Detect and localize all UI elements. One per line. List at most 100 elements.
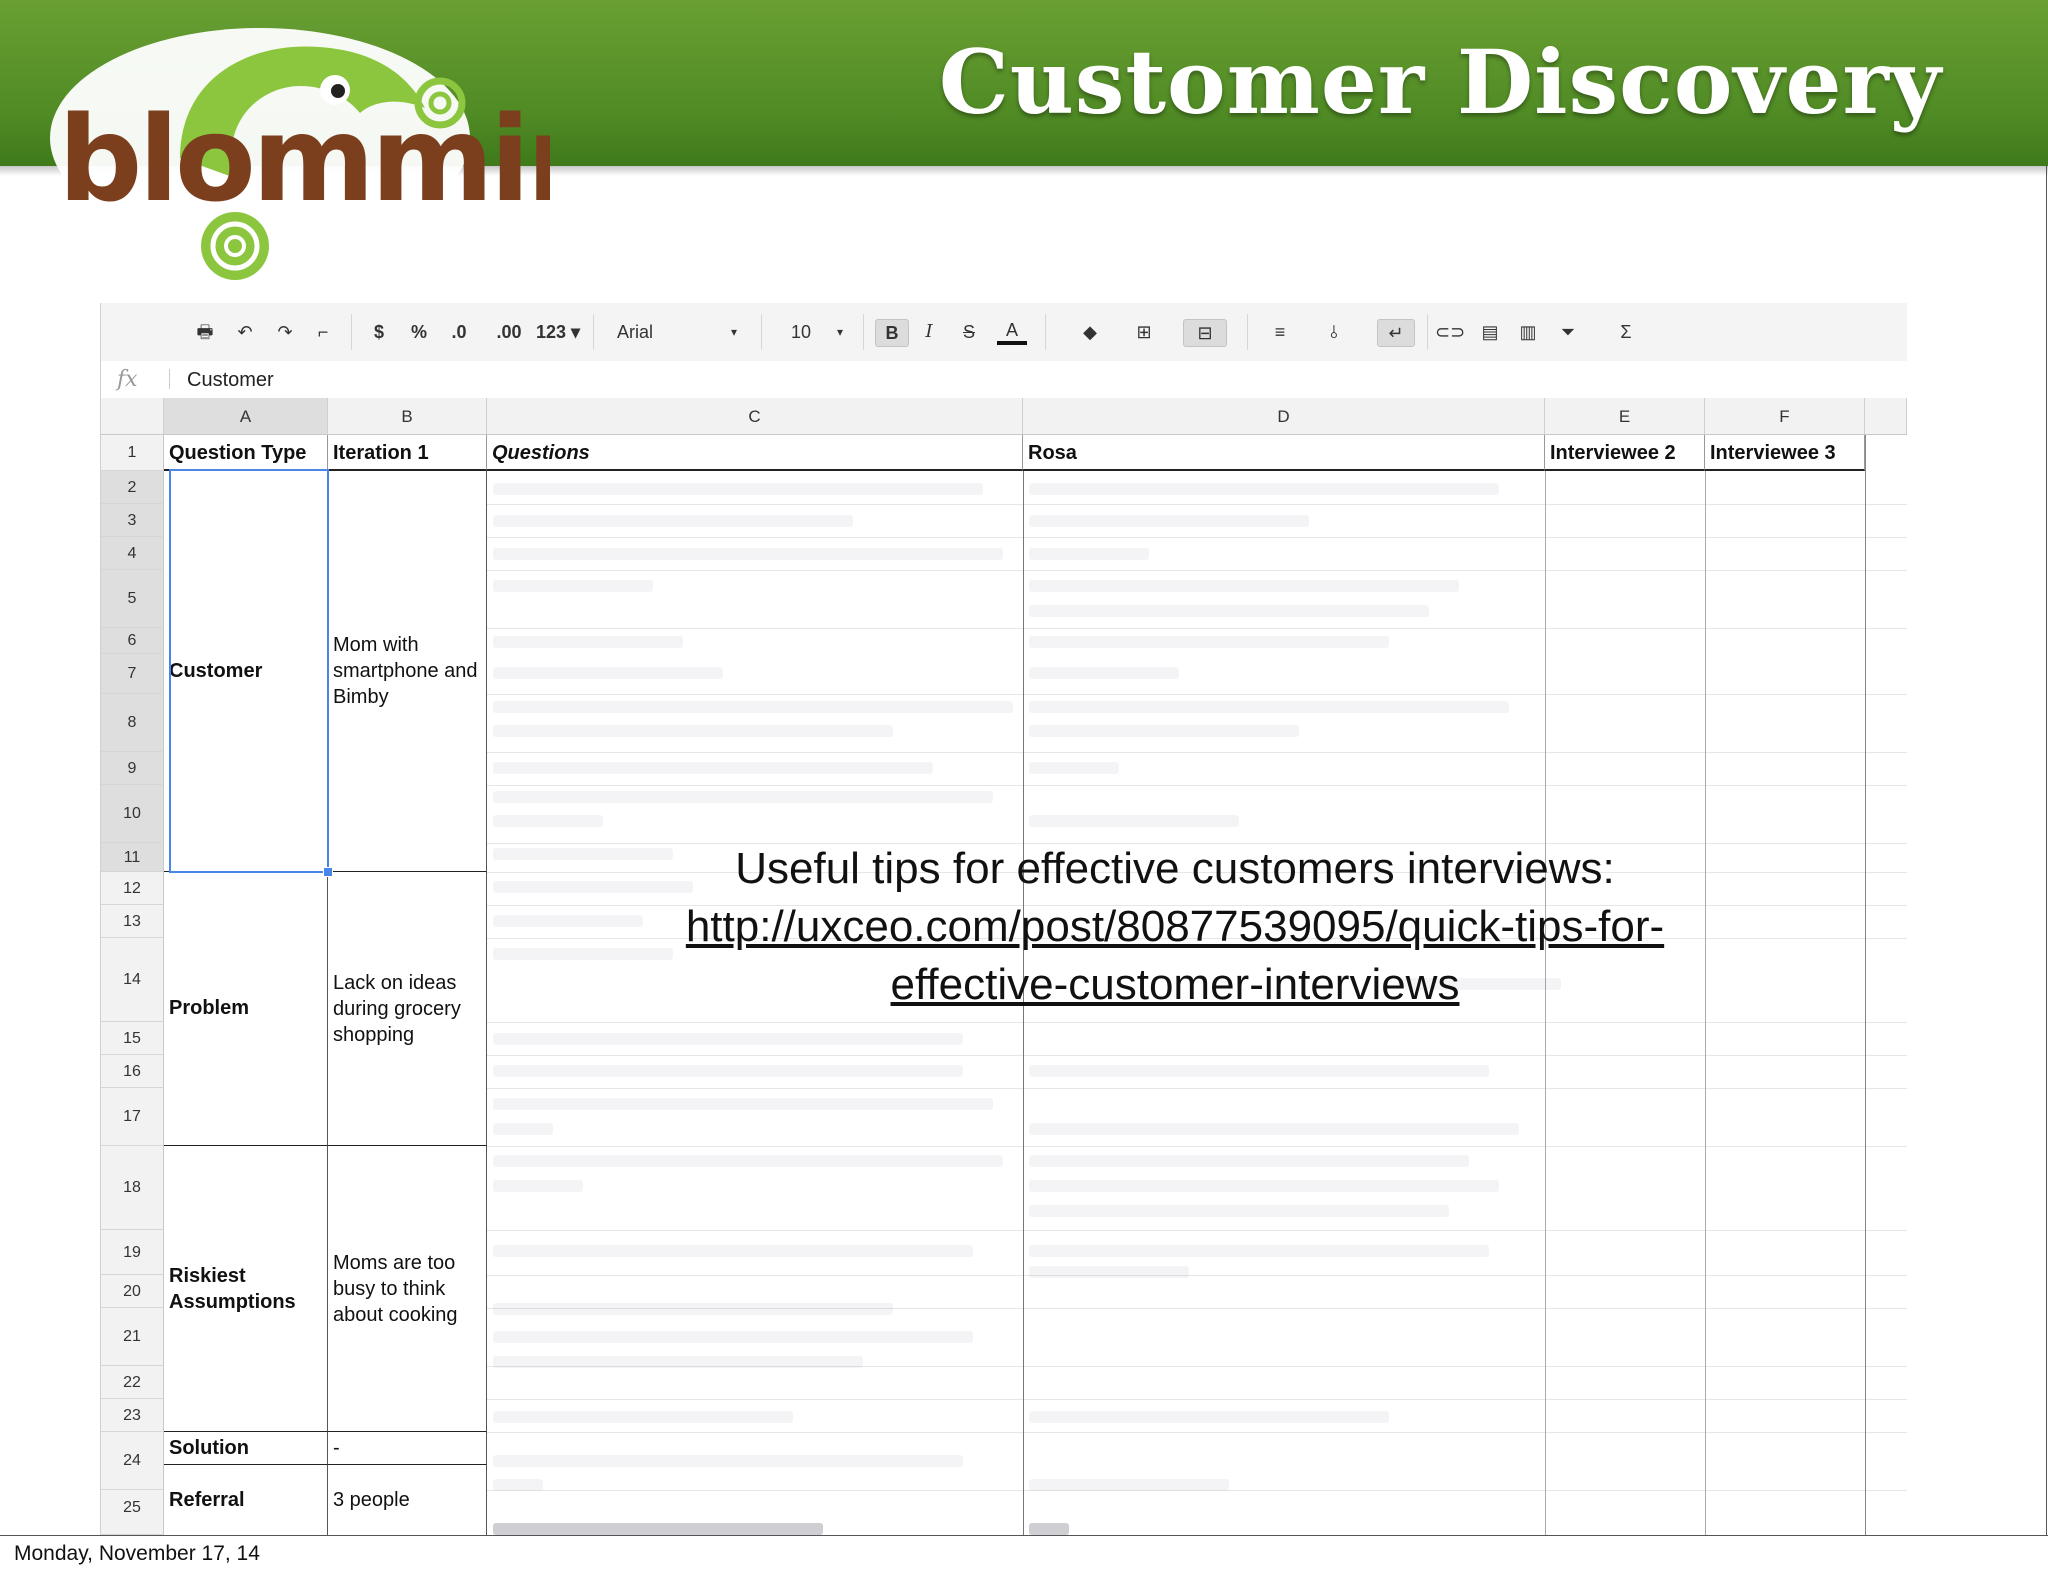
row-header[interactable]: 3 bbox=[101, 504, 164, 537]
row-header[interactable]: 9 bbox=[101, 752, 164, 785]
grid-line bbox=[487, 537, 1907, 538]
merge-cells-icon[interactable]: ⊟ bbox=[1183, 319, 1227, 347]
cell-iteration[interactable]: Moms are too busy to think about cooking bbox=[328, 1146, 487, 1432]
chevron-down-icon: ▾ bbox=[837, 325, 844, 339]
row-header[interactable]: 11 bbox=[101, 843, 164, 872]
strikethrough-icon[interactable]: S bbox=[957, 319, 981, 345]
blurred-text bbox=[1029, 515, 1309, 527]
cell-iteration[interactable]: 3 people bbox=[328, 1465, 487, 1535]
blurred-text bbox=[493, 548, 1003, 560]
row-header[interactable]: 21 bbox=[101, 1308, 164, 1366]
italic-icon[interactable]: I bbox=[917, 319, 941, 345]
grid-line bbox=[487, 1230, 1907, 1231]
column-header-f[interactable]: F bbox=[1705, 398, 1865, 435]
align-icon[interactable]: ≡ bbox=[1267, 319, 1293, 345]
decrease-decimal-icon[interactable]: .0 bbox=[445, 319, 473, 345]
row-header[interactable]: 24 bbox=[101, 1432, 164, 1490]
grid-line bbox=[487, 694, 1907, 695]
row-header[interactable]: 23 bbox=[101, 1399, 164, 1432]
cell-question-type[interactable]: Referral bbox=[164, 1465, 328, 1535]
cell-iteration[interactable]: - bbox=[328, 1432, 487, 1465]
cell-iteration[interactable]: Mom with smartphone and Bimby bbox=[328, 471, 487, 872]
paint-format-icon[interactable]: ⌐ bbox=[311, 319, 335, 345]
header-cell-rosa[interactable]: Rosa bbox=[1023, 435, 1545, 471]
row-header[interactable]: 19 bbox=[101, 1230, 164, 1275]
blurred-text bbox=[1029, 1523, 1069, 1535]
row-header[interactable]: 13 bbox=[101, 905, 164, 938]
row-header[interactable]: 14 bbox=[101, 938, 164, 1022]
function-icon: fx bbox=[117, 367, 138, 392]
filter-icon[interactable]: ⏷ bbox=[1555, 319, 1581, 345]
row-header[interactable]: 2 bbox=[101, 471, 164, 504]
grid-line bbox=[487, 785, 1907, 786]
tips-heading: Useful tips for effective customers inte… bbox=[735, 844, 1615, 893]
borders-icon[interactable]: ⊞ bbox=[1131, 319, 1157, 345]
column-header-b[interactable]: B bbox=[328, 398, 487, 435]
row-header[interactable]: 7 bbox=[101, 654, 164, 694]
row-header[interactable]: 22 bbox=[101, 1366, 164, 1399]
valign-icon[interactable]: ⫰ bbox=[1321, 319, 1347, 345]
column-header-a[interactable]: A bbox=[164, 398, 328, 435]
header-cell-interviewee-2[interactable]: Interviewee 2 bbox=[1545, 435, 1705, 471]
font-family-select[interactable]: Arial ▾ bbox=[613, 319, 747, 345]
row-header[interactable]: 20 bbox=[101, 1275, 164, 1308]
chart-icon[interactable]: ▥ bbox=[1515, 319, 1541, 345]
row-header[interactable]: 1 bbox=[101, 435, 164, 471]
print-icon[interactable]: 🖶 bbox=[193, 319, 217, 345]
header-cell-questions[interactable]: Questions bbox=[487, 435, 1023, 471]
tips-link[interactable]: http://uxceo.com/post/80877539095/quick-… bbox=[560, 898, 1790, 1014]
blurred-text bbox=[493, 1180, 583, 1192]
percent-format-icon[interactable]: % bbox=[407, 319, 431, 345]
font-size-value: 10 bbox=[791, 322, 812, 342]
cell-question-type[interactable]: Problem bbox=[164, 872, 328, 1146]
increase-decimal-icon[interactable]: .00 bbox=[493, 319, 525, 345]
font-size-select[interactable]: 10 ▾ bbox=[777, 319, 861, 345]
redo-icon[interactable]: ↷ bbox=[273, 319, 297, 345]
cell-question-type[interactable]: Riskiest Assumptions bbox=[164, 1146, 328, 1432]
cell-iteration[interactable]: Lack on ideas during grocery shopping bbox=[328, 872, 487, 1146]
blurred-text bbox=[493, 1098, 993, 1110]
header-cell-interviewee-3[interactable]: Interviewee 3 bbox=[1705, 435, 1865, 471]
formula-input[interactable]: Customer bbox=[187, 369, 274, 392]
blurred-text bbox=[1029, 580, 1459, 592]
blurred-text bbox=[493, 1479, 543, 1491]
row-header[interactable]: 18 bbox=[101, 1146, 164, 1230]
fill-color-icon[interactable]: ◆ bbox=[1075, 319, 1105, 345]
row-header[interactable]: 6 bbox=[101, 628, 164, 654]
blurred-text bbox=[493, 1411, 793, 1423]
column-header-g[interactable] bbox=[1865, 398, 1907, 435]
row-header[interactable]: 25 bbox=[101, 1490, 164, 1535]
header-cell-question-type[interactable]: Question Type bbox=[164, 435, 328, 471]
select-all-corner[interactable] bbox=[101, 398, 164, 435]
cell-question-type[interactable]: Solution bbox=[164, 1432, 328, 1465]
fill-handle[interactable] bbox=[323, 867, 333, 877]
row-header[interactable]: 12 bbox=[101, 872, 164, 905]
column-header-c[interactable]: C bbox=[487, 398, 1023, 435]
row-header[interactable]: 8 bbox=[101, 694, 164, 752]
text-color-icon[interactable]: A bbox=[997, 319, 1027, 345]
link-icon[interactable]: ⊂⊃ bbox=[1435, 319, 1465, 345]
slide-frame-line bbox=[0, 1535, 2048, 1536]
font-family-value: Arial bbox=[617, 322, 654, 342]
header-cell-iteration[interactable]: Iteration 1 bbox=[328, 435, 487, 471]
row-header[interactable]: 5 bbox=[101, 570, 164, 628]
grid-line bbox=[487, 1055, 1907, 1056]
column-header-d[interactable]: D bbox=[1023, 398, 1545, 435]
currency-format-icon[interactable]: $ bbox=[369, 319, 389, 345]
row-header[interactable]: 16 bbox=[101, 1055, 164, 1088]
blurred-text bbox=[493, 1303, 893, 1315]
functions-icon[interactable]: Σ bbox=[1613, 319, 1639, 345]
wrap-text-icon[interactable]: ↵ bbox=[1377, 319, 1415, 347]
row-header[interactable]: 15 bbox=[101, 1022, 164, 1055]
blurred-text bbox=[493, 815, 603, 827]
column-header-e[interactable]: E bbox=[1545, 398, 1705, 435]
row-header[interactable]: 4 bbox=[101, 537, 164, 570]
row-header[interactable]: 17 bbox=[101, 1088, 164, 1146]
bold-icon[interactable]: B bbox=[875, 319, 909, 347]
more-formats-icon[interactable]: 123 ▾ bbox=[533, 319, 583, 345]
footer-date: Monday, November 17, 14 bbox=[14, 1542, 260, 1565]
comment-icon[interactable]: ▤ bbox=[1477, 319, 1503, 345]
undo-icon[interactable]: ↶ bbox=[233, 319, 257, 345]
row-header[interactable]: 10 bbox=[101, 785, 164, 843]
blurred-text bbox=[1029, 1205, 1449, 1217]
